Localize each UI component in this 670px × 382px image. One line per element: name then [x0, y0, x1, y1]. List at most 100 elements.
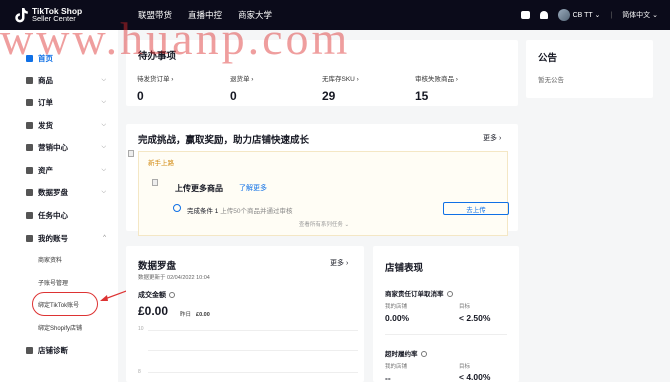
condition-text: 上传50个商品并通过审核	[220, 208, 293, 215]
chevron-up-icon: ^	[103, 235, 106, 241]
brand-subtitle: Seller Center	[32, 14, 76, 23]
notice-title: 公告	[538, 53, 558, 64]
compass-title: 数据罗盘	[138, 261, 177, 272]
todo-value: 15	[415, 89, 429, 103]
home-icon	[26, 54, 33, 62]
chart-gridline	[148, 350, 358, 351]
learn-more-link[interactable]: 了解更多	[239, 183, 267, 193]
user-name: CB TT	[572, 11, 593, 19]
my-store-label: 我的店铺	[385, 364, 408, 370]
target-label: 目标	[459, 364, 471, 370]
chevron-down-icon: ⌵	[101, 188, 106, 195]
sidebar-sub-bind-shopify[interactable]: 绑定Shopify店铺	[38, 323, 82, 332]
todo-card: 待办事项 待发货订单 › 0 退货单 › 0 无库存SKU › 29 审核失败商…	[126, 40, 518, 106]
todo-item-out-of-stock[interactable]: 无库存SKU › 29	[322, 73, 359, 103]
sidebar-item-my-account[interactable]: 我的账号 ^	[0, 230, 118, 246]
top-nav: 联盟带货 直播中控 商家大学	[138, 9, 272, 21]
yesterday-value: £0.00	[196, 312, 210, 318]
challenge-title: 完成挑战，赢取奖励，助力店铺快速成长	[138, 135, 310, 146]
sidebar-item-assets[interactable]: 资产 ⌵	[0, 162, 118, 178]
product-icon	[26, 76, 33, 84]
challenge-tag: 新手上路	[148, 160, 174, 167]
chart-tick-label: 8	[138, 369, 141, 375]
chart-gridline	[148, 330, 358, 331]
chevron-down-icon: ⌵	[101, 76, 106, 83]
sidebar-item-store-diagnosis[interactable]: 店铺诊断	[0, 342, 118, 358]
top-right-tools: CB TT ⌄ | 简体中文 ⌄	[520, 0, 658, 30]
sidebar-item-label: 店铺诊断	[38, 345, 68, 355]
todo-title: 待办事项	[138, 51, 177, 62]
sidebar-item-data-compass[interactable]: 数据罗盘 ⌵	[0, 184, 118, 200]
nav-seller-university[interactable]: 商家大学	[238, 9, 272, 21]
sidebar-item-shipping[interactable]: 发货 ⌵	[0, 117, 118, 133]
cancel-rate-value: 0.00%	[385, 313, 410, 323]
shipping-icon	[26, 121, 33, 129]
todo-item-returns[interactable]: 退货单 › 0	[230, 73, 253, 103]
cancel-rate-label: 商家责任订单取消率	[385, 288, 453, 298]
help-icon[interactable]	[446, 291, 453, 298]
sidebar-item-marketing[interactable]: 营销中心 ⌵	[0, 139, 118, 155]
notice-card: 公告 暂无公告	[526, 40, 653, 98]
sidebar-item-label: 营销中心	[38, 142, 68, 152]
todo-item-failed-review[interactable]: 审核失败商品 › 15	[415, 73, 458, 103]
late-fulfillment-target: < 4.00%	[459, 372, 491, 382]
diagnosis-icon	[26, 346, 33, 354]
more-label: 更多	[330, 260, 344, 267]
chevron-down-icon: ⌵	[101, 121, 106, 128]
language-selector[interactable]: 简体中文 ⌄	[622, 10, 658, 20]
bell-icon[interactable]	[539, 11, 548, 19]
sidebar-item-home[interactable]: 首页	[0, 50, 118, 66]
metric-label: 商家责任订单取消率	[385, 291, 444, 298]
broken-image-icon	[128, 150, 134, 157]
highlight-circle	[32, 292, 98, 316]
todo-item-pending-shipment[interactable]: 待发货订单 › 0	[137, 73, 173, 103]
notice-empty-text: 暂无公告	[538, 77, 564, 84]
sidebar-item-label: 发货	[38, 120, 53, 130]
todo-value: 0	[137, 89, 144, 103]
challenge-more-link[interactable]: 更多 ›	[483, 133, 501, 143]
sidebar-sub-sub-accounts[interactable]: 子账号管理	[38, 278, 68, 287]
compass-more-link[interactable]: 更多 ›	[330, 258, 348, 268]
data-compass-card: 数据罗盘 更多 › 数据更新于 02/04/2022 10:04 成交金额 £0…	[126, 246, 364, 382]
chart-tick-label: 10	[138, 326, 144, 332]
order-icon	[26, 98, 33, 106]
sidebar-item-label: 商品	[38, 75, 53, 85]
sidebar-item-products[interactable]: 商品 ⌵	[0, 72, 118, 88]
todo-label: 无库存SKU	[322, 76, 355, 83]
broken-image-icon	[152, 179, 158, 186]
user-menu[interactable]: CB TT ⌄	[557, 9, 600, 21]
challenge-task-name: 上传更多商品	[175, 184, 223, 193]
my-store-label: 我的店铺	[385, 304, 408, 310]
todo-label: 退货单	[230, 76, 250, 83]
sidebar-item-label: 首页	[38, 53, 53, 63]
sidebar-item-label: 资产	[38, 165, 53, 175]
nav-affiliate[interactable]: 联盟带货	[138, 9, 172, 21]
data-compass-icon	[26, 188, 33, 196]
chart-gridline	[148, 372, 358, 373]
late-fulfillment-label: 超时履约率	[385, 348, 427, 358]
todo-label: 待发货订单	[137, 76, 170, 83]
help-icon[interactable]	[169, 292, 175, 299]
help-icon[interactable]	[420, 351, 427, 358]
todo-label: 审核失败商品	[415, 76, 454, 83]
challenge-condition: 完成条件 1 上传50个商品并通过审核	[187, 205, 292, 215]
sidebar-item-task-center[interactable]: 任务中心	[0, 207, 118, 223]
message-icon[interactable]	[520, 11, 530, 19]
task-icon	[26, 211, 33, 219]
gmv-yesterday: 昨日 £0.00	[180, 310, 210, 318]
nav-live-console[interactable]: 直播中控	[188, 9, 222, 21]
brand-logo[interactable]: TikTok Shop Seller Center	[14, 7, 126, 23]
gmv-metric-label: 成交金额	[138, 290, 175, 300]
marketing-icon	[26, 143, 33, 151]
shop-performance-card: 店铺表现 商家责任订单取消率 我的店铺 目标 0.00% < 2.50% 超时履…	[373, 246, 519, 382]
go-upload-button[interactable]: 去上传	[443, 202, 509, 215]
metric-label: 超时履约率	[385, 351, 418, 358]
sidebar-sub-seller-profile[interactable]: 商家资料	[38, 255, 62, 264]
todo-value: 29	[322, 89, 336, 103]
view-all-series-link[interactable]: 查看所有系列任务 ⌄	[139, 220, 509, 228]
account-icon	[26, 234, 33, 242]
todo-value: 0	[230, 89, 237, 103]
divider: |	[610, 11, 613, 19]
metric-label: 成交金额	[138, 292, 166, 299]
sidebar-item-orders[interactable]: 订单 ⌵	[0, 94, 118, 110]
